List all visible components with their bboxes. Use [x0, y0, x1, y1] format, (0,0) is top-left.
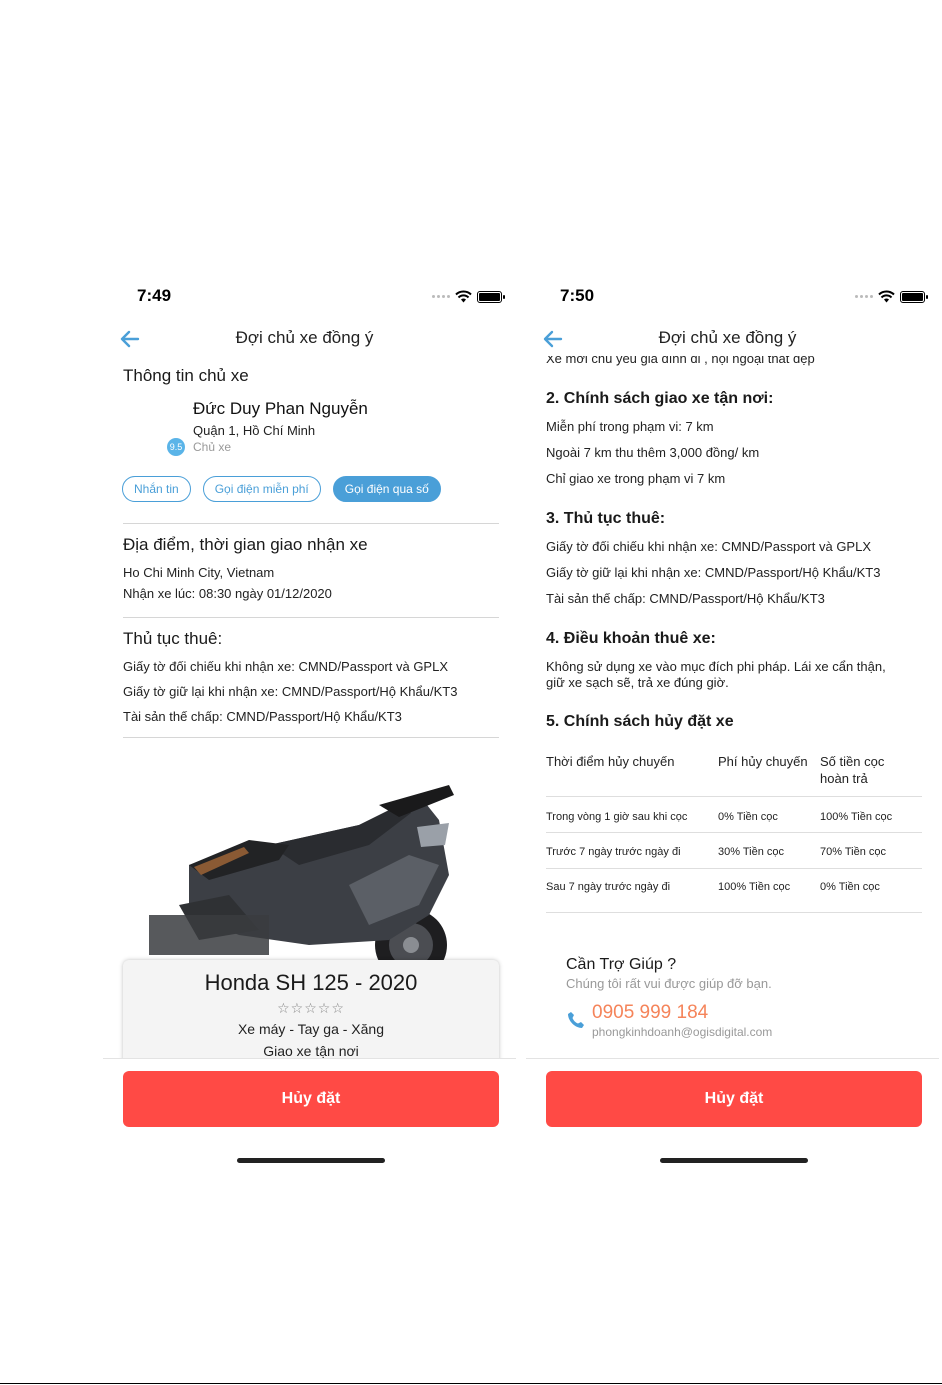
procedure-item: Giấy tờ giữ lại khi nhận xe: CMND/Passpo… [123, 684, 458, 699]
status-icons [855, 290, 928, 303]
table-header-cell: Phí hủy chuyến [718, 754, 808, 769]
nav-title: Đợi chủ xe đồng ý [235, 328, 374, 347]
cancel-policy-section: 5. Chính sách hủy đặt xe [546, 713, 923, 731]
cancel-policy-table: Thời điểm hủy chuyến Phí hủy chuyến Số t… [546, 753, 922, 913]
procedure-item: Tài sản thế chấp: CMND/Passport/Hộ Khẩu/… [546, 591, 825, 606]
vehicle-type: Xe máy - Tay ga - Xăng [237, 1021, 385, 1037]
owner-info: Đức Duy Phan Nguyễn Quận 1, Hồ Chí Minh … [193, 399, 500, 454]
owner-name: Đức Duy Phan Nguyễn [193, 399, 368, 418]
page-bottom-rule [0, 1383, 942, 1384]
table-cell: 0% Tiền cọc [718, 811, 778, 823]
cancel-booking-button[interactable]: Hủy đặt [546, 1071, 922, 1127]
procedure-title: 3. Thủ tục thuê: [546, 510, 666, 527]
table-header-row: Thời điểm hủy chuyến Phí hủy chuyến Số t… [546, 753, 922, 797]
table-cell: Trong vòng 1 giờ sau khi cọc [546, 811, 688, 823]
vehicle-name: Honda SH 125 - 2020 [204, 970, 418, 995]
table-cell: 100% Tiền cọc [820, 811, 893, 823]
location-title: Địa điểm, thời gian giao nhận xe [123, 535, 368, 554]
cut-description-text: Xe mới chủ yếu gia đình đi , nội ngoại t… [546, 356, 815, 366]
table-cell: 70% Tiền cọc [820, 846, 887, 858]
vehicle-delivery: Giao xe tận nơi [263, 1043, 359, 1059]
nav-bar: Đợi chủ xe đồng ý [516, 326, 939, 352]
pickup-time-text: Nhận xe lúc: 08:30 ngày 01/12/2020 [123, 586, 332, 601]
table-header-cell: hoàn trả [820, 771, 868, 786]
procedure-item: Giấy tờ đối chiếu khi nhận xe: CMND/Pass… [546, 539, 871, 554]
delivery-title: 2. Chính sách giao xe tận nơi: [546, 390, 774, 407]
table-header-cell: Thời điểm hủy chuyến [546, 754, 675, 769]
owner-address: Quận 1, Hồ Chí Minh [193, 423, 316, 438]
table-cell: Trước 7 ngày trước ngày đi [546, 846, 681, 858]
procedure-item: Giấy tờ đối chiếu khi nhận xe: CMND/Pass… [123, 659, 448, 674]
location-section: Địa điểm, thời gian giao nhận xe Ho Chi … [123, 535, 500, 601]
wifi-icon [878, 290, 895, 303]
terms-text-line: giữ xe sạch sẽ, trả xe đúng giờ. [546, 675, 729, 690]
help-phone-number[interactable]: 0905 999 184 [592, 1002, 772, 1024]
table-cell: 0% Tiền cọc [820, 881, 880, 893]
delivery-item: Miễn phí trong phạm vi: 7 km [546, 419, 714, 434]
location-text: Ho Chi Minh City, Vietnam [123, 565, 275, 580]
cancel-booking-button[interactable]: Hủy đặt [123, 1071, 499, 1127]
procedure-item: Tài sản thế chấp: CMND/Passport/Hộ Khẩu/… [123, 709, 402, 724]
status-time: 7:49 [137, 286, 172, 305]
free-call-button[interactable]: Gọi điện miễn phí [202, 476, 321, 502]
status-bar: 7:49 [93, 286, 516, 310]
bottom-separator [526, 1058, 939, 1059]
help-title: Cần Trợ Giúp ? [566, 956, 677, 973]
home-indicator [660, 1158, 808, 1163]
message-button[interactable]: Nhắn tin [122, 476, 191, 502]
battery-icon [900, 290, 928, 303]
scooter-image [149, 785, 454, 965]
table-cell: 100% Tiền cọc [718, 881, 791, 893]
phone-screen-right: 7:50 Đợi chủ xe đồng ý Xe mới chủ yếu gi… [516, 270, 939, 1188]
help-section: Cần Trợ Giúp ? Chúng tôi rất vui được gi… [566, 956, 772, 991]
table-cell: 30% Tiền cọc [718, 846, 785, 858]
terms-section: 4. Điều khoản thuê xe: Không sử dụng xe … [546, 630, 923, 690]
procedure-section: Thủ tục thuê: Giấy tờ đối chiếu khi nhận… [123, 629, 500, 724]
status-bar: 7:50 [516, 286, 939, 310]
table-row: Trước 7 ngày trước ngày đi 30% Tiền cọc … [546, 833, 922, 869]
phone-call-button[interactable]: Gọi điện qua số [332, 476, 441, 502]
vehicle-card[interactable]: Honda SH 125 - 2020 ☆☆☆☆☆ Xe máy - Tay g… [123, 960, 499, 1070]
table-row: Sau 7 ngày trước ngày đi 100% Tiền cọc 0… [546, 869, 922, 913]
nav-title: Đợi chủ xe đồng ý [658, 328, 797, 347]
bottom-separator [103, 1058, 516, 1059]
nav-bar: Đợi chủ xe đồng ý [93, 326, 516, 352]
divider [123, 617, 499, 618]
signal-icon [855, 295, 873, 298]
terms-title: 4. Điều khoản thuê xe: [546, 630, 716, 647]
phone-screen-left: 7:49 Đợi chủ xe đồng ý Thông tin chủ xe … [93, 270, 516, 1188]
battery-icon [477, 290, 505, 303]
procedure-section: 3. Thủ tục thuê: Giấy tờ đối chiếu khi n… [546, 510, 923, 606]
owner-section-title: Thông tin chủ xe [123, 366, 249, 385]
table-header-cell: Số tiền cọc [820, 754, 885, 769]
table-row: Trong vòng 1 giờ sau khi cọc 0% Tiền cọc… [546, 797, 922, 833]
procedure-item: Giấy tờ giữ lại khi nhận xe: CMND/Passpo… [546, 565, 881, 580]
terms-text-line: Không sử dụng xe vào mục đích phi pháp. … [546, 659, 886, 674]
delivery-section: 2. Chính sách giao xe tận nơi: Miễn phí … [546, 390, 923, 486]
help-subtitle: Chúng tôi rất vui được giúp đỡ bạn. [566, 976, 772, 991]
divider [123, 737, 499, 738]
delivery-item: Ngoài 7 km thu thêm 3,000 đồng/ km [546, 445, 760, 460]
signal-icon [432, 295, 450, 298]
owner-section: Thông tin chủ xe [123, 366, 500, 386]
contact-buttons: Nhắn tin Gọi điện miễn phí Gọi điện qua … [122, 476, 441, 502]
status-icons [432, 290, 505, 303]
home-indicator [237, 1158, 385, 1163]
wifi-icon [455, 290, 472, 303]
star-icon: ☆☆☆☆☆ [277, 1000, 345, 1016]
delivery-item: Chỉ giao xe trong phạm vi 7 km [546, 471, 726, 486]
status-time: 7:50 [560, 286, 595, 305]
cut-text-clip: Xe mới chủ yếu gia đình đi , nội ngoại t… [546, 356, 926, 367]
help-contact: 0905 999 184 phongkinhdoanh@ogisdigital.… [592, 1002, 772, 1039]
table-cell: Sau 7 ngày trước ngày đi [546, 881, 671, 893]
owner-role: Chủ xe [193, 440, 232, 454]
rating-badge: 9.5 [167, 438, 185, 456]
divider [123, 523, 499, 524]
procedure-title: Thủ tục thuê: [123, 629, 223, 648]
help-email[interactable]: phongkinhdoanh@ogisdigital.com [592, 1025, 772, 1039]
cancel-policy-title: 5. Chính sách hủy đặt xe [546, 713, 734, 730]
phone-icon[interactable] [566, 1010, 586, 1030]
